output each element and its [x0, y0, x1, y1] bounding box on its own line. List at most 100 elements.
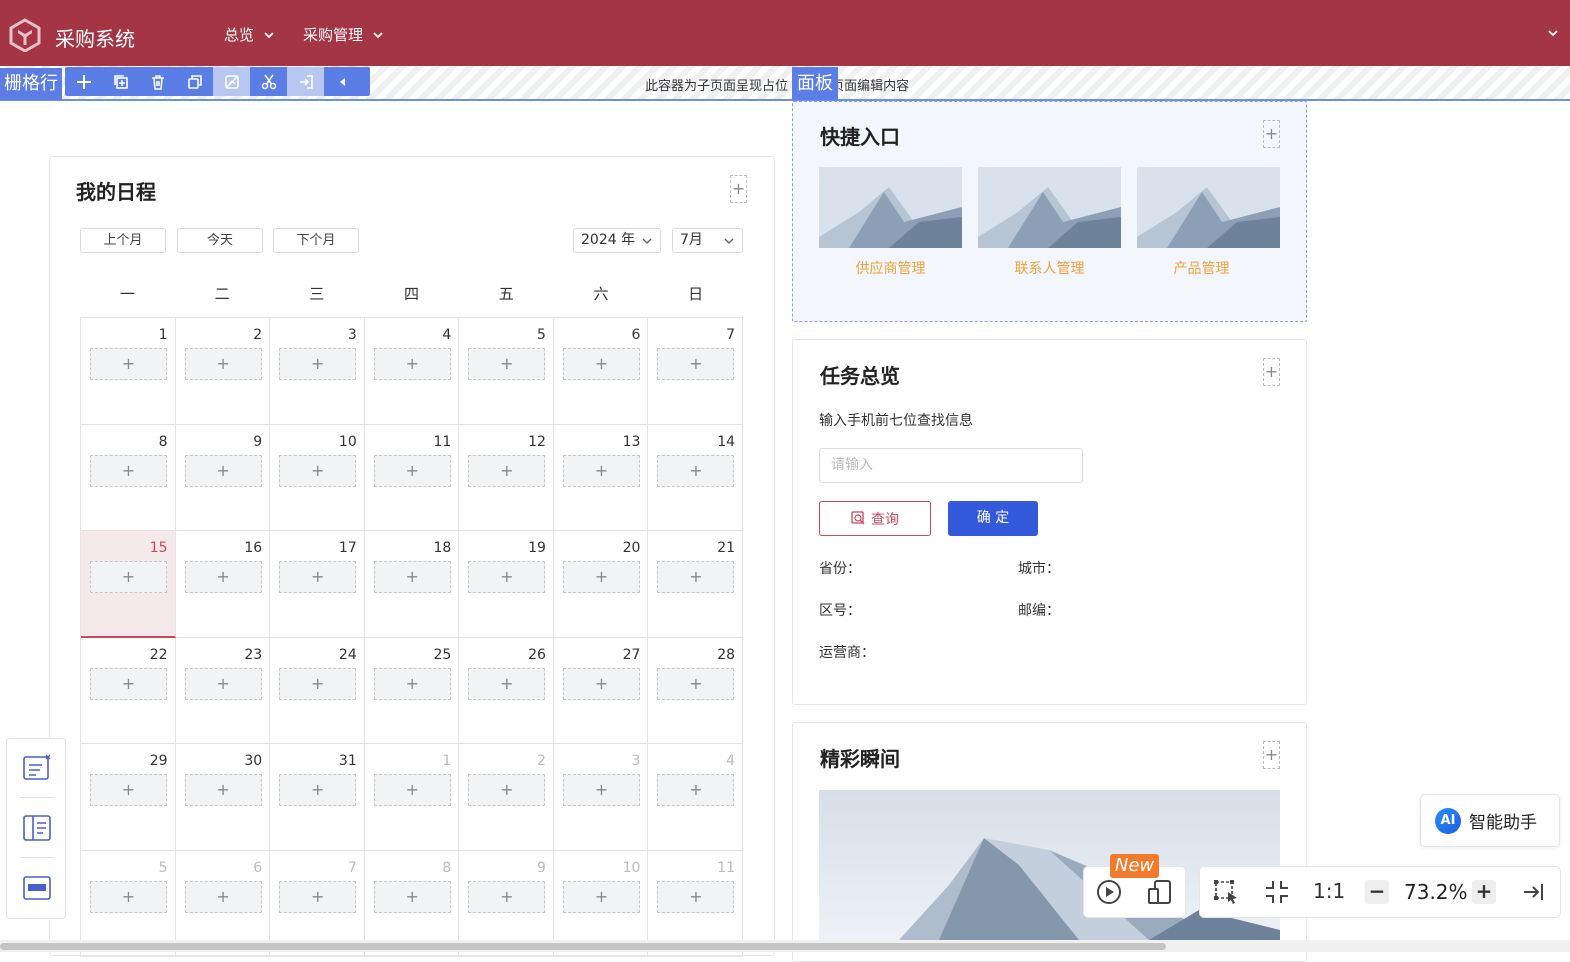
add-event-slot[interactable]: +: [90, 561, 167, 593]
add-event-slot[interactable]: +: [184, 774, 262, 806]
calendar-day-cell[interactable]: 26 +: [459, 637, 554, 744]
calendar-day-cell[interactable]: 4 +: [364, 318, 460, 425]
horizontal-scrollbar-thumb[interactable]: [0, 943, 1166, 950]
calendar-day-cell[interactable]: 8 +: [81, 424, 176, 531]
panel-tag[interactable]: 面板: [792, 67, 838, 100]
product-thumbnail[interactable]: [1137, 167, 1280, 248]
calendar-day-cell[interactable]: 3 +: [270, 318, 365, 425]
calendar-day-cell[interactable]: 12 +: [459, 424, 554, 531]
add-event-slot[interactable]: +: [468, 348, 546, 380]
copy-button[interactable]: [102, 67, 139, 96]
selection-tool-icon[interactable]: [1212, 878, 1240, 906]
collapse-panel-icon[interactable]: [1520, 878, 1548, 906]
add-event-slot[interactable]: +: [279, 667, 357, 700]
device-preview-icon[interactable]: [1146, 878, 1174, 906]
add-component-button[interactable]: [65, 67, 102, 96]
calendar-day-cell[interactable]: 2 +: [175, 318, 271, 425]
quick-item-contact[interactable]: 联系人管理: [978, 258, 1121, 278]
calendar-day-cell[interactable]: 10 +: [270, 424, 365, 531]
add-event-slot[interactable]: +: [279, 454, 357, 487]
zoom-in-button[interactable]: +: [1472, 880, 1496, 904]
calendar-day-cell[interactable]: 11 +: [364, 424, 460, 531]
query-button[interactable]: 查询: [819, 501, 931, 536]
quick-item-supplier[interactable]: 供应商管理: [819, 258, 962, 278]
schedule-add-button[interactable]: +: [730, 175, 747, 203]
add-event-slot[interactable]: +: [468, 667, 546, 700]
quick-entry-add-button[interactable]: +: [1263, 120, 1280, 148]
add-event-slot[interactable]: +: [184, 561, 262, 593]
expand-header-chevron-icon[interactable]: [1546, 26, 1560, 40]
add-event-slot[interactable]: +: [468, 774, 546, 806]
delete-button[interactable]: [139, 67, 176, 96]
add-event-slot[interactable]: +: [562, 348, 640, 380]
calendar-day-cell[interactable]: 9 +: [175, 424, 271, 531]
calendar-day-cell[interactable]: 16 +: [175, 531, 271, 638]
year-select[interactable]: 2024 年: [573, 228, 661, 253]
grid-row-tag[interactable]: 栅格行: [0, 68, 62, 100]
contact-thumbnail[interactable]: [978, 167, 1121, 248]
calendar-day-cell[interactable]: 1 +: [364, 744, 460, 851]
add-event-slot[interactable]: +: [279, 774, 357, 806]
add-event-slot[interactable]: +: [657, 880, 735, 913]
ai-assistant-button[interactable]: AI 智能助手: [1420, 794, 1560, 847]
add-event-slot[interactable]: +: [90, 774, 167, 806]
calendar-day-cell[interactable]: 27 +: [553, 637, 649, 744]
add-event-slot[interactable]: +: [184, 880, 262, 913]
calendar-day-cell[interactable]: 22 +: [81, 637, 176, 744]
calendar-day-cell[interactable]: 19 +: [459, 531, 554, 638]
calendar-day-cell[interactable]: 29 +: [81, 744, 176, 851]
nav-procurement[interactable]: 采购管理: [303, 24, 385, 45]
collapse-toolbar-button[interactable]: [324, 67, 361, 96]
calendar-day-cell[interactable]: 31 +: [270, 744, 365, 851]
supplier-thumbnail[interactable]: [819, 167, 962, 248]
add-event-slot[interactable]: +: [468, 454, 546, 487]
add-event-slot[interactable]: +: [657, 667, 735, 700]
month-select[interactable]: 7月: [672, 228, 743, 253]
add-event-slot[interactable]: +: [657, 454, 735, 487]
add-event-slot[interactable]: +: [373, 774, 451, 806]
add-event-slot[interactable]: +: [373, 348, 451, 380]
nav-overview[interactable]: 总览: [224, 24, 276, 45]
calendar-day-cell[interactable]: 7 +: [648, 318, 744, 425]
quick-item-product[interactable]: 产品管理: [1130, 258, 1273, 278]
cut-button[interactable]: [250, 67, 287, 96]
clear-style-button[interactable]: [213, 67, 250, 96]
add-event-slot[interactable]: +: [184, 667, 262, 700]
calendar-day-cell[interactable]: 21 +: [648, 531, 744, 638]
add-event-slot[interactable]: +: [373, 880, 451, 913]
calendar-day-cell[interactable]: 1 +: [81, 318, 176, 425]
add-event-slot[interactable]: +: [184, 454, 262, 487]
calendar-day-cell[interactable]: 3 +: [553, 744, 649, 851]
banner-block-icon[interactable]: [22, 873, 52, 903]
add-event-slot[interactable]: +: [562, 454, 640, 487]
calendar-day-cell[interactable]: 13 +: [553, 424, 649, 531]
move-into-button[interactable]: [287, 67, 324, 96]
add-event-slot[interactable]: +: [562, 774, 640, 806]
add-event-slot[interactable]: +: [279, 348, 357, 380]
add-event-slot[interactable]: +: [562, 880, 640, 913]
task-add-button[interactable]: +: [1263, 358, 1280, 386]
calendar-day-cell[interactable]: 4 +: [648, 744, 744, 851]
add-event-slot[interactable]: +: [373, 667, 451, 700]
calendar-day-cell[interactable]: 28 +: [648, 637, 744, 744]
calendar-day-cell[interactable]: 23 +: [175, 637, 271, 744]
calendar-day-cell[interactable]: 17 +: [270, 531, 365, 638]
play-preview-icon[interactable]: [1095, 878, 1123, 906]
highlights-add-button[interactable]: +: [1263, 741, 1280, 769]
calendar-day-cell[interactable]: 30 +: [175, 744, 271, 851]
zoom-out-button[interactable]: −: [1365, 880, 1389, 904]
add-event-slot[interactable]: +: [90, 454, 167, 487]
calendar-day-cell[interactable]: 24 +: [270, 637, 365, 744]
add-event-slot[interactable]: +: [90, 667, 167, 700]
add-event-slot[interactable]: +: [279, 561, 357, 593]
prev-month-button[interactable]: 上个月: [80, 228, 166, 253]
add-event-slot[interactable]: +: [657, 561, 735, 593]
today-button[interactable]: 今天: [177, 228, 263, 253]
form-list-icon[interactable]: [22, 753, 52, 783]
add-event-slot[interactable]: +: [657, 348, 735, 380]
next-month-button[interactable]: 下个月: [273, 228, 359, 253]
calendar-day-cell[interactable]: 15 +: [81, 531, 176, 638]
duplicate-button[interactable]: [176, 67, 213, 96]
calendar-day-cell[interactable]: 5 +: [459, 318, 554, 425]
add-event-slot[interactable]: +: [279, 880, 357, 913]
